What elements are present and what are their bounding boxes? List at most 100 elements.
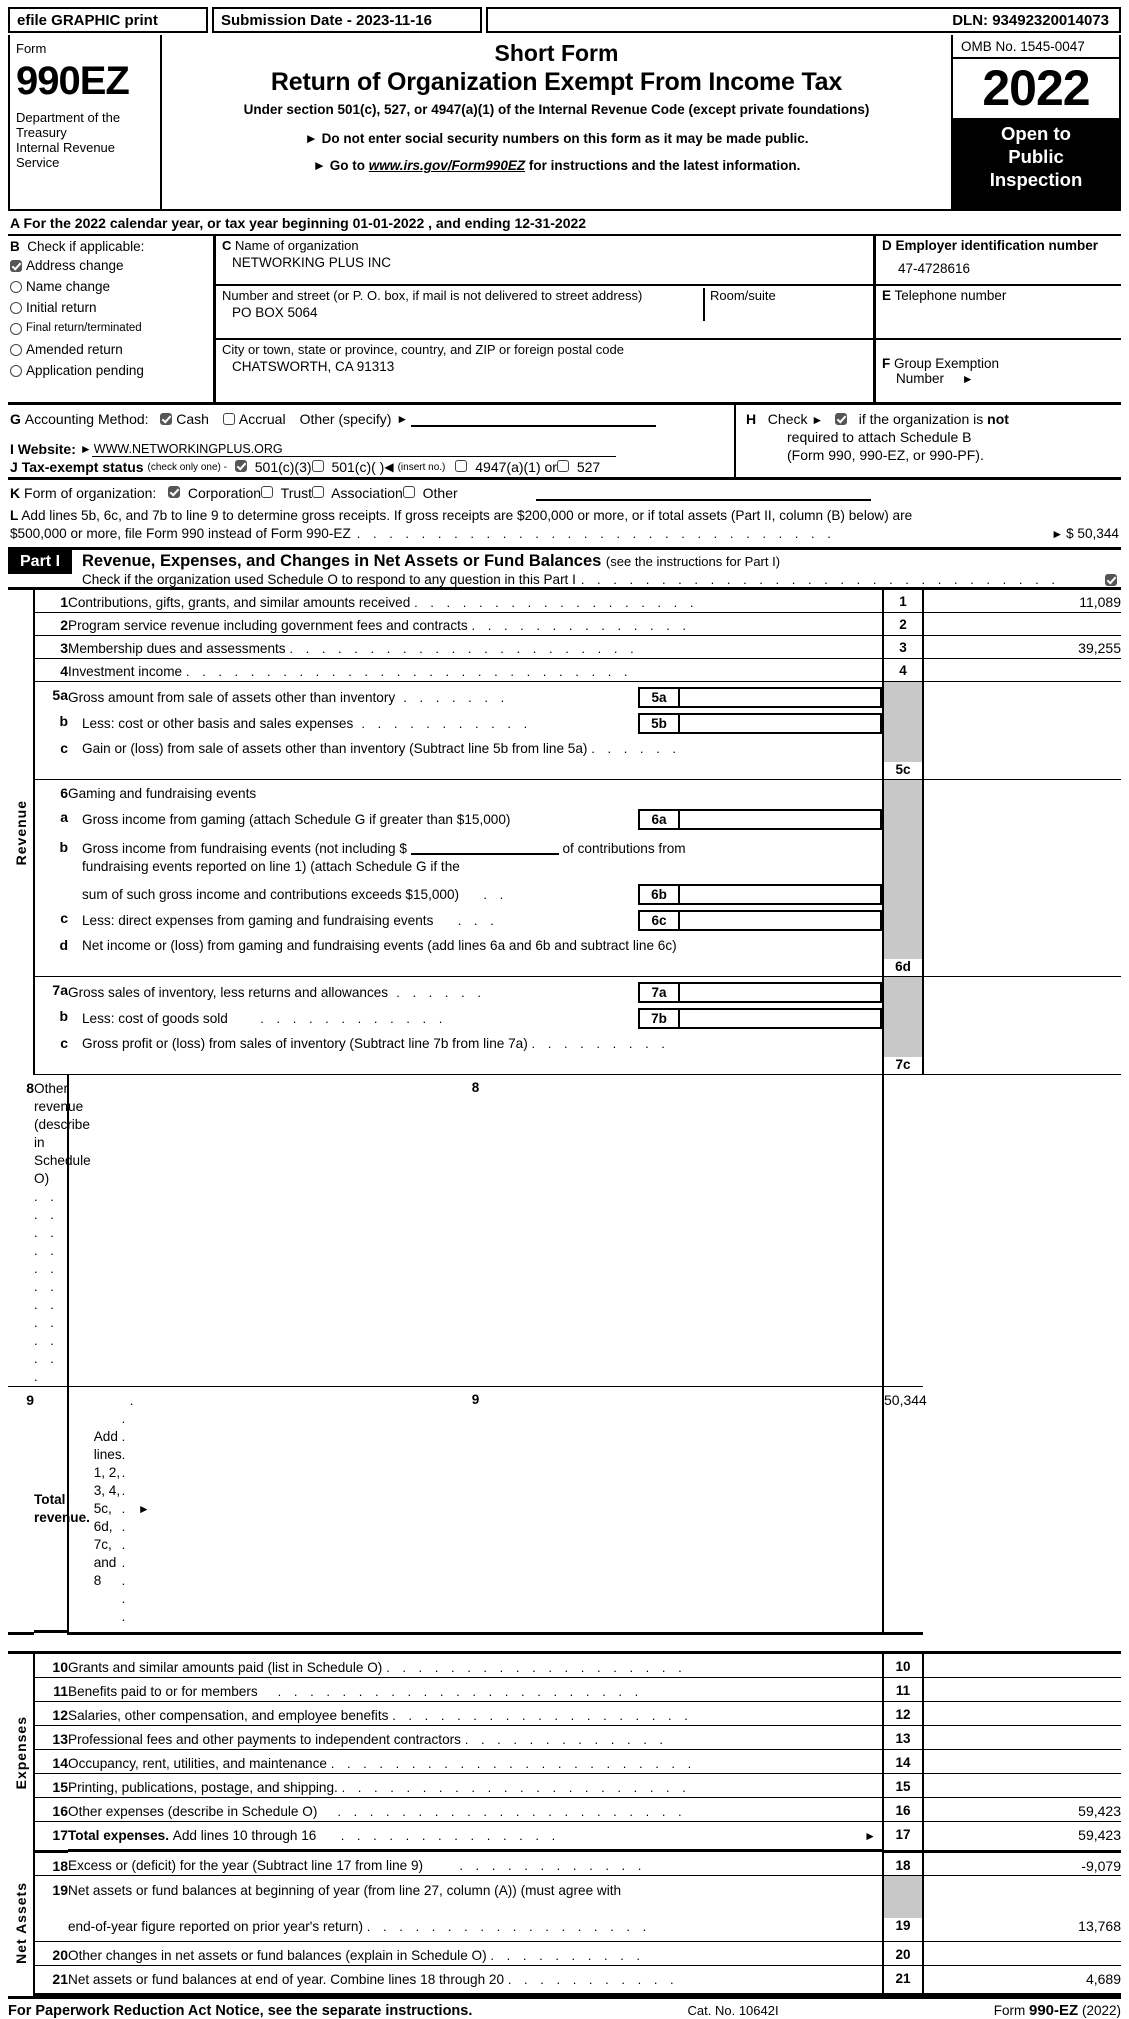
amount-value[interactable] xyxy=(923,1701,1121,1726)
radio-527[interactable]: 527 xyxy=(556,459,600,475)
efile-print-label: efile GRAPHIC print xyxy=(8,7,208,33)
line-text: end-of-year figure reported on prior yea… xyxy=(68,1918,364,1934)
checkbox-icon[interactable] xyxy=(10,364,22,377)
amount-value[interactable] xyxy=(923,1652,1121,1678)
radio-other-org[interactable]: Other xyxy=(402,485,458,501)
line-number: 21 xyxy=(34,1965,68,1996)
amount-value[interactable] xyxy=(923,1875,1121,1918)
contributions-amount-input[interactable] xyxy=(410,839,559,855)
amount-value[interactable]: 39,255 xyxy=(923,635,1121,659)
radio-501c3[interactable]: 501(c)(3) xyxy=(234,459,312,475)
checkbox-icon[interactable] xyxy=(10,280,22,293)
checkbox-address-change[interactable]: Address change xyxy=(10,257,213,274)
amount-value[interactable] xyxy=(923,762,1121,780)
checkbox-icon[interactable] xyxy=(234,460,247,472)
radio-cash[interactable]: Cash xyxy=(160,411,209,427)
checkbox-icon[interactable] xyxy=(834,413,847,425)
checkbox-icon[interactable] xyxy=(10,322,22,335)
amount-value[interactable]: 59,423 xyxy=(923,1797,1121,1822)
checkbox-icon[interactable] xyxy=(10,343,22,356)
amount-value[interactable] xyxy=(923,1057,1121,1075)
amount-value[interactable] xyxy=(923,658,1121,682)
dot-leader: . . xyxy=(459,886,508,902)
line-text: sum of such gross income and contributio… xyxy=(82,886,460,902)
section-spacer xyxy=(8,1633,1121,1654)
amount-value[interactable]: 4,689 xyxy=(923,1965,1121,1996)
amount-value[interactable]: -9,079 xyxy=(923,1851,1121,1876)
amount-value[interactable] xyxy=(883,1074,923,1387)
amount-value[interactable] xyxy=(923,1677,1121,1702)
checkbox-icon[interactable] xyxy=(311,460,324,472)
table-row: 16 Other expenses (describe in Schedule … xyxy=(8,1797,1121,1822)
checkbox-icon[interactable] xyxy=(261,486,274,498)
inner-amount-value[interactable] xyxy=(680,811,880,828)
amount-value[interactable] xyxy=(923,959,1121,977)
checkbox-label: Application pending xyxy=(26,363,144,378)
line-number xyxy=(34,1917,68,1942)
box-label: 12 xyxy=(882,1701,924,1726)
radio-accrual[interactable]: Accrual xyxy=(222,411,286,427)
form-of-org-other-input[interactable] xyxy=(535,485,871,501)
checkbox-icon[interactable] xyxy=(312,486,325,498)
amount-value[interactable]: 50,344 xyxy=(883,1386,927,1635)
inner-amount-box-6b: 6b xyxy=(638,884,882,905)
gh-left-column: G Accounting Method: Cash Accrual Other … xyxy=(8,405,736,477)
radio-501c-other[interactable]: 501(c)( ) xyxy=(311,459,384,475)
amount-value[interactable] xyxy=(923,1941,1121,1966)
checkbox-icon[interactable] xyxy=(556,460,569,472)
checkbox-icon[interactable] xyxy=(1105,573,1117,586)
box-label: 18 xyxy=(882,1851,924,1876)
checkbox-application-pending[interactable]: Application pending xyxy=(10,362,213,379)
inner-amount-value[interactable] xyxy=(680,912,880,929)
amount-value[interactable]: 13,768 xyxy=(923,1917,1121,1942)
efile-header-bar: efile GRAPHIC print Submission Date - 20… xyxy=(8,7,1121,33)
amount-value[interactable]: 11,089 xyxy=(923,590,1121,613)
amount-value[interactable] xyxy=(923,1725,1121,1750)
radio-4947a1[interactable]: 4947(a)(1) or xyxy=(455,459,557,475)
amount-value[interactable] xyxy=(923,1749,1121,1774)
amount-value[interactable]: 59,423 xyxy=(923,1821,1121,1853)
checkbox-icon[interactable] xyxy=(455,460,468,472)
part1-table: Revenue 1 Contributions, gifts, grants, … xyxy=(8,590,1121,1996)
checkbox-icon[interactable] xyxy=(10,301,22,314)
checkbox-amended-return[interactable]: Amended return xyxy=(10,341,213,358)
line-text: Salaries, other compensation, and employ… xyxy=(68,1707,389,1723)
checkbox-icon[interactable] xyxy=(167,486,180,498)
under-section-text: Under section 501(c), 527, or 4947(a)(1)… xyxy=(243,102,870,117)
section-i-letter: I xyxy=(10,441,14,457)
dot-leader: . . . xyxy=(433,912,499,928)
inner-amount-value[interactable] xyxy=(680,715,880,732)
radio-corporation[interactable]: Corporation xyxy=(167,485,261,501)
inner-amount-value[interactable] xyxy=(680,689,880,706)
table-row-divider: 5c xyxy=(8,762,1121,780)
line-number: 15 xyxy=(34,1773,68,1798)
inner-amount-value[interactable] xyxy=(680,886,880,903)
irs-form-url-link[interactable]: www.irs.gov/Form990EZ xyxy=(369,158,525,173)
dot-leader: . . . . . . . . . . . . . . . . . . . . … xyxy=(185,664,633,679)
arrow-icon: ► xyxy=(864,1828,876,1843)
section-h-text-a: if the organization is xyxy=(858,411,984,427)
inner-amount-value[interactable] xyxy=(680,1010,880,1027)
masthead-center: Short Form Return of Organization Exempt… xyxy=(162,35,951,209)
table-row: 17 Total expenses. Add lines 10 through … xyxy=(8,1821,1121,1853)
dot-leader: . . . . . . . . . xyxy=(531,1036,670,1051)
amount-value[interactable] xyxy=(923,780,1121,960)
form-990ez-page: efile GRAPHIC print Submission Date - 20… xyxy=(0,7,1129,2019)
radio-trust[interactable]: Trust xyxy=(261,485,312,501)
checkbox-initial-return[interactable]: Initial return xyxy=(10,299,213,316)
checkbox-icon[interactable] xyxy=(10,259,22,272)
radio-association[interactable]: Association xyxy=(312,485,403,501)
checkbox-name-change[interactable]: Name change xyxy=(10,278,213,295)
checkbox-icon[interactable] xyxy=(222,413,235,425)
checkbox-icon[interactable] xyxy=(160,413,173,425)
section-k-letter: K xyxy=(10,485,21,501)
inner-amount-value[interactable] xyxy=(680,984,880,1001)
amount-value[interactable] xyxy=(923,682,1121,763)
checkbox-icon[interactable] xyxy=(402,486,415,498)
amount-value[interactable] xyxy=(923,977,1121,1058)
accounting-other-input[interactable] xyxy=(411,411,657,427)
checkbox-final-return-terminated[interactable]: Final return/terminated xyxy=(10,320,213,337)
website-value[interactable]: WWW.NETWORKINGPLUS.ORG xyxy=(91,442,616,457)
amount-value[interactable] xyxy=(923,612,1121,636)
amount-value[interactable] xyxy=(923,1773,1121,1798)
